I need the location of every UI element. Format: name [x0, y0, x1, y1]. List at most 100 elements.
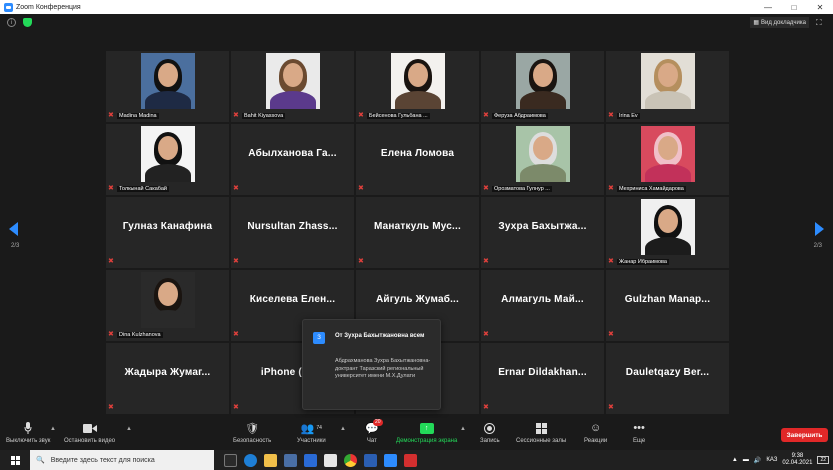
zoom-taskbar-icon[interactable] [384, 453, 397, 467]
participant-name: Madina Madina [117, 113, 159, 119]
participant-tile[interactable]: Nursultan Zhass... ✖ [231, 197, 354, 268]
participant-name: Елена Ломова [380, 148, 455, 159]
mute-label: Выключить звук [6, 438, 51, 444]
taskbar-clock[interactable]: 9:38 02.04.2021 [782, 453, 812, 467]
participant-tile[interactable]: Елена Ломова ✖ [356, 124, 479, 195]
mute-button[interactable]: Выключить звук [6, 421, 50, 444]
reactions-button[interactable]: ☺ Реакции [584, 421, 607, 444]
media-player-icon[interactable] [324, 453, 337, 467]
participant-tile[interactable]: Ernar Dildakhan... ✖ [481, 343, 604, 414]
acrobat-icon[interactable] [404, 453, 417, 467]
breakout-rooms-label: Сессионные залы [516, 438, 567, 444]
participants-label: Участники [297, 438, 326, 444]
participant-video [265, 53, 320, 109]
windows-logo-icon [10, 455, 20, 465]
participant-tile[interactable]: Гулназ Канафина ✖ [106, 197, 229, 268]
security-shield-icon: 🛡 [245, 422, 260, 435]
store-icon[interactable] [284, 453, 297, 467]
chrome-icon[interactable] [344, 453, 357, 467]
more-button[interactable]: ••• Еще [633, 421, 645, 444]
participant-tile[interactable]: Жадыра Жумаг... ✖ [106, 343, 229, 414]
muted-mic-icon: ✖ [108, 112, 114, 119]
muted-mic-icon: ✖ [608, 404, 614, 411]
maximize-button[interactable]: □ [781, 0, 807, 14]
stop-video-button[interactable]: Остановить видео [64, 421, 115, 444]
taskbar-search[interactable]: 🔍 Введите здесь текст для поиска [30, 450, 214, 470]
participant-video [140, 53, 195, 109]
chat-button[interactable]: 💬 20 Чат [365, 419, 383, 444]
task-view-icon[interactable] [224, 453, 237, 467]
participant-tile[interactable]: ✖ Мехриниса Хамайдарова [606, 124, 729, 195]
next-page-arrow[interactable] [815, 222, 824, 236]
meeting-top-bar [0, 14, 833, 32]
participants-button[interactable]: 👥 74 Участники [297, 421, 326, 445]
chat-notification-popup[interactable]: З От Зухра Бахытжановна всем Абдрахманов… [302, 319, 441, 410]
participant-video [515, 53, 570, 109]
edge-icon[interactable] [244, 453, 257, 467]
network-icon[interactable]: ▬ [743, 457, 749, 463]
muted-mic-icon: ✖ [608, 258, 614, 265]
record-button[interactable]: Запись [480, 421, 500, 444]
participant-name: Gulzhan Manap... [624, 294, 711, 305]
view-mode-button[interactable]: ▦ Вид докладчика [750, 17, 809, 28]
encryption-shield-icon[interactable] [23, 18, 32, 27]
participants-options-caret[interactable]: ▲ [340, 426, 346, 432]
notifications-badge[interactable]: 22 [817, 456, 829, 464]
video-camera-icon [82, 421, 97, 435]
page-indicator-left: 2/3 [11, 243, 20, 249]
close-button[interactable]: ✕ [807, 0, 833, 14]
file-explorer-icon[interactable] [264, 453, 277, 467]
muted-mic-icon: ✖ [233, 258, 239, 265]
video-options-caret[interactable]: ▲ [126, 426, 132, 432]
record-label: Запись [480, 438, 500, 444]
info-icon[interactable]: i [7, 18, 16, 27]
muted-mic-icon: ✖ [608, 112, 614, 119]
muted-mic-icon: ✖ [108, 404, 114, 411]
windows-start-button[interactable] [0, 455, 30, 465]
participant-tile[interactable]: Абылханова Га... ✖ [231, 124, 354, 195]
participant-video [515, 126, 570, 182]
language-indicator[interactable]: КАЗ [766, 457, 777, 463]
volume-icon[interactable]: 🔊 [754, 457, 761, 464]
participant-tile[interactable]: ✖ Жанар Ибраимова [606, 197, 729, 268]
participant-name: Ernar Dildakhan... [498, 367, 587, 378]
taskbar-search-placeholder: Введите здесь текст для поиска [50, 456, 155, 464]
participant-tile[interactable]: ✖ Феруза Абдраимова [481, 51, 604, 122]
mail-icon[interactable] [304, 453, 317, 467]
participant-tile[interactable]: Dauletqazy Ber... ✖ [606, 343, 729, 414]
muted-mic-icon: ✖ [483, 185, 489, 192]
participant-tile[interactable]: Манаткуль Мус... ✖ [356, 197, 479, 268]
participant-tile[interactable]: Gulzhan Manap... ✖ [606, 270, 729, 341]
participant-tile[interactable]: Алмагуль Май... ✖ [481, 270, 604, 341]
page-indicator-right: 2/3 [813, 243, 822, 249]
participant-tile[interactable]: ✖ Irina Ev [606, 51, 729, 122]
muted-mic-icon: ✖ [483, 331, 489, 338]
chat-bubble-icon: 💬 20 [365, 419, 383, 435]
security-button[interactable]: 🛡 Безопасность [233, 421, 271, 445]
view-mode-label: Вид докладчика [761, 19, 806, 26]
share-screen-button[interactable]: ↑ Демонстрация экрана [396, 421, 457, 444]
more-label: Еще [633, 438, 646, 444]
participant-tile[interactable]: ✖ Dina Kulzhanova [106, 270, 229, 341]
participant-tile[interactable]: ✖ Бейсенова Гульбана ... [356, 51, 479, 122]
participant-tile[interactable]: Зухра Бахытжа... ✖ [481, 197, 604, 268]
end-meeting-button[interactable]: Завершить [781, 428, 828, 442]
muted-mic-icon: ✖ [608, 331, 614, 338]
record-icon [484, 421, 496, 435]
fullscreen-icon[interactable]: ⛶ [816, 18, 825, 27]
word-icon[interactable] [364, 453, 377, 467]
participant-video [390, 53, 445, 109]
participant-tile[interactable]: ✖ Bahit Kiyassova [231, 51, 354, 122]
share-options-caret[interactable]: ▲ [460, 426, 466, 432]
tray-chevron-icon[interactable]: ▲ [732, 457, 738, 463]
participant-tile[interactable]: ✖ Madina Madina [106, 51, 229, 122]
participant-tile[interactable]: ✖ Орозматова Гулнур ... [481, 124, 604, 195]
breakout-rooms-button[interactable]: Сессионные залы [516, 421, 566, 444]
taskbar-apps [224, 453, 417, 467]
participant-name: Бейсенова Гульбана ... [367, 113, 430, 119]
previous-page-arrow[interactable] [9, 222, 18, 236]
audio-options-caret[interactable]: ▲ [50, 426, 56, 432]
minimize-button[interactable]: — [755, 0, 781, 14]
chat-unread-badge: 20 [373, 419, 383, 426]
participant-tile[interactable]: ✖ Толкынай Сакабай [106, 124, 229, 195]
